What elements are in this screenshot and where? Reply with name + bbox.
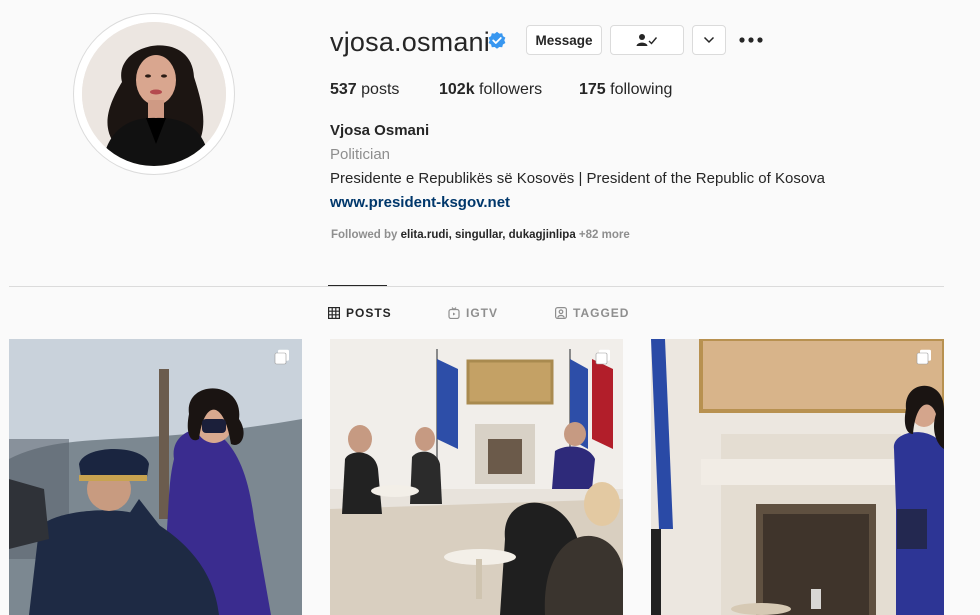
profile-full-name: Vjosa Osmani [330, 122, 430, 139]
posts-count: 537 [330, 81, 357, 98]
followers-label: followers [474, 81, 543, 98]
grid-icon [328, 307, 340, 319]
igtv-icon [448, 307, 460, 319]
post-thumbnail[interactable] [330, 339, 623, 615]
person-check-icon [636, 34, 658, 46]
profile-avatar[interactable] [82, 22, 226, 166]
followed-by-prefix: Followed by [331, 229, 401, 241]
tab-igtv-label: IGTV [466, 306, 499, 320]
post-thumbnail[interactable] [9, 339, 302, 615]
profile-website-link[interactable]: www.president-ksgov.net [330, 194, 510, 211]
post-image [651, 339, 944, 615]
stat-posts: 537 posts [330, 80, 399, 100]
followed-by-names: elita.rudi, singullar, dukagjinlipa [400, 229, 576, 241]
profile-username: vjosa.osmani [330, 27, 490, 57]
profile-bio: Presidente e Republikës së Kosovës | Pre… [330, 170, 826, 187]
stat-followers[interactable]: 102k followers [439, 80, 542, 100]
message-button[interactable]: Message [526, 25, 602, 55]
tagged-icon [555, 307, 567, 319]
profile-avatar-ring[interactable] [73, 13, 235, 175]
more-horizontal-icon[interactable] [738, 30, 764, 50]
following-button[interactable] [610, 25, 684, 55]
tab-igtv[interactable]: IGTV [448, 306, 498, 320]
active-tab-indicator [328, 285, 387, 286]
post-image [330, 339, 623, 615]
posts-label: posts [356, 81, 400, 98]
tab-posts-label: POSTS [346, 306, 392, 320]
post-thumbnail[interactable] [651, 339, 944, 615]
carousel-icon [916, 349, 931, 365]
chevron-down-icon [703, 36, 715, 44]
following-count: 175 [579, 81, 606, 98]
suggestions-dropdown-button[interactable] [692, 25, 726, 55]
followed-by-more: +82 more [575, 229, 630, 241]
post-image [9, 339, 302, 615]
profile-photo [82, 22, 226, 166]
verified-badge-icon [488, 31, 506, 49]
stat-following[interactable]: 175 following [579, 80, 672, 100]
profile-category: Politician [330, 146, 391, 163]
carousel-icon [595, 349, 610, 365]
tab-posts[interactable]: POSTS [328, 306, 392, 320]
followed-by[interactable]: Followed by elita.rudi, singullar, dukag… [331, 229, 630, 241]
following-label: following [605, 81, 673, 98]
tab-tagged-label: TAGGED [573, 306, 630, 320]
tabs-divider [9, 286, 944, 287]
carousel-icon [274, 349, 289, 365]
tab-tagged[interactable]: TAGGED [555, 306, 629, 320]
followers-count: 102k [439, 81, 475, 98]
